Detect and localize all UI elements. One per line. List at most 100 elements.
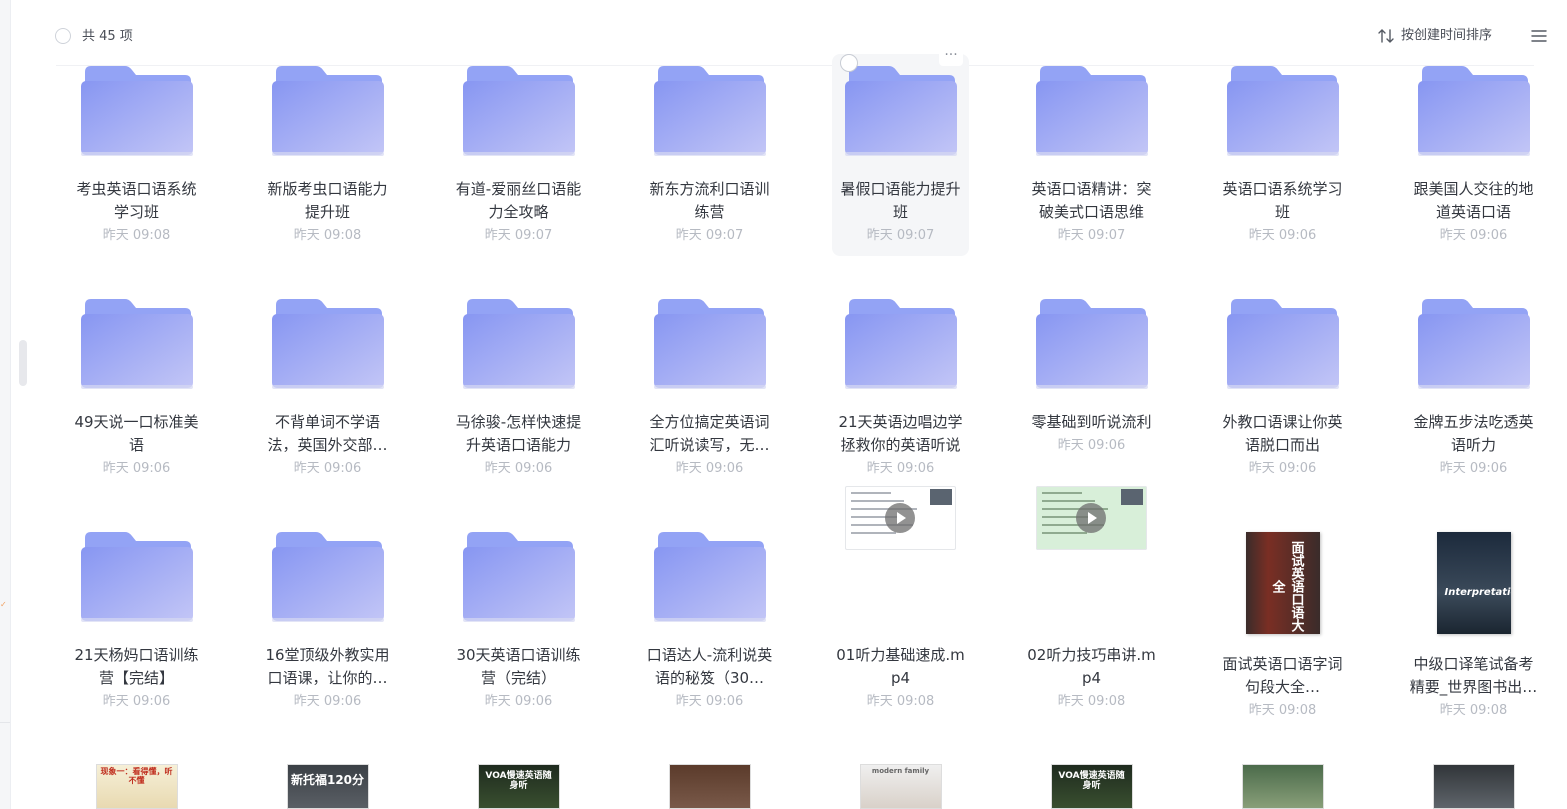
cover-image: modern family [859,764,942,809]
folder-icon [79,297,195,389]
item-name: 21天英语边唱边学拯救你的英语听说 [838,413,963,454]
cover-thumbnail [1214,764,1351,809]
item-time: 昨天 09:06 [484,461,553,476]
item-time: 昨天 09:07 [675,228,744,243]
book-cover: Interpretation [1436,532,1511,634]
file-item[interactable] [1214,764,1351,809]
file-item[interactable]: VOA慢速英语随身听 [1023,764,1160,809]
folder-thumbnail [641,64,778,156]
item-name: 新版考虫口语能力提升班 [267,180,388,221]
folder-item[interactable]: 全方位搞定英语词汇听说读写，无… 昨天 09:06 [641,291,778,481]
item-time: 昨天 09:08 [1439,703,1508,718]
folder-item[interactable]: 马徐骏-怎样快速提升英语口语能力 昨天 09:06 [450,291,587,481]
item-time: 昨天 09:06 [102,694,171,709]
folder-icon [461,530,577,622]
folder-thumbnail [1214,297,1351,389]
file-item[interactable]: 现象一：看得懂，听不懂 [68,764,205,809]
item-name: 49天说一口标准美语 [74,413,199,454]
file-item[interactable]: VOA慢速英语随身听 [450,764,587,809]
book-cover-text: Interpretation [1444,587,1511,598]
item-checkbox[interactable] [840,54,858,72]
item-name: 跟美国人交往的地道英语口语 [1413,180,1534,221]
cover-image: 新托福120分 [286,764,369,809]
file-item[interactable]: 面试英语口语大全 面试英语口语字词句段大全… 昨天 09:08 [1214,524,1351,718]
book-thumbnail: 面试英语口语大全 [1214,532,1351,634]
item-time: 昨天 09:06 [484,694,553,709]
cover-thumbnail: modern family [832,764,969,809]
item-time: 昨天 09:06 [1248,228,1317,243]
folder-thumbnail [68,297,205,389]
item-time: 昨天 09:07 [1057,228,1126,243]
folder-thumbnail [450,64,587,156]
cover-text: VOA慢速英语随身听 [485,771,552,791]
folder-item[interactable]: 新东方流利口语训练营昨天 09:07 [641,58,778,248]
file-item[interactable] [641,764,778,809]
file-item[interactable]: 01听力基础速成.mp4 昨天 09:08 [832,486,969,714]
cover-thumbnail: VOA慢速英语随身听 [450,764,587,809]
folder-item[interactable]: 16堂顶级外教实用口语课，让你的… 昨天 09:06 [259,524,396,714]
folder-item[interactable]: 30天英语口语训练营（完结） 昨天 09:06 [450,524,587,714]
item-name: 30天英语口语训练营（完结） [456,646,581,687]
folder-item[interactable]: 口语达人-流利说英语的秘笈（30… 昨天 09:06 [641,524,778,714]
item-name: 英语口语系统学习班 [1222,180,1343,221]
item-name: 全方位搞定英语词汇听说读写，无… [649,413,770,454]
item-time: 昨天 09:06 [1439,461,1508,476]
folder-item[interactable]: 外教口语课让你英语脱口而出 昨天 09:06 [1214,291,1351,481]
folder-thumbnail [259,530,396,622]
cover-image [668,764,751,809]
item-name: 02听力技巧串讲.mp4 [1027,646,1156,687]
item-name: 零基础到听说流利 [1031,413,1152,431]
folder-item[interactable]: 有道-爱丽丝口语能力全攻略 昨天 09:07 [450,58,587,248]
video-thumbnail [832,486,969,550]
folder-thumbnail [641,297,778,389]
item-name: 01听力基础速成.mp4 [836,646,965,687]
folder-thumbnail [832,64,969,156]
file-item[interactable] [1405,764,1542,809]
file-item[interactable]: Interpretation 中级口译笔试备考精要_世界图书出… 昨天 09:08 [1405,524,1542,718]
folder-item[interactable]: 金牌五步法吃透英语听力 昨天 09:06 [1405,291,1542,481]
item-name: 不背单词不学语法，英国外交部… [267,413,388,454]
folder-icon [270,530,386,622]
cover-image [1241,764,1324,809]
play-icon[interactable] [885,503,915,533]
folder-item[interactable]: 21天英语边唱边学拯救你的英语听说 昨天 09:06 [832,291,969,481]
file-item[interactable]: modern family [832,764,969,809]
folder-item[interactable]: 不背单词不学语法，英国外交部… 昨天 09:06 [259,291,396,481]
cover-thumbnail: 新托福120分 [259,764,396,809]
item-name: 16堂顶级外教实用口语课，让你的… [265,646,390,687]
file-item[interactable]: 02听力技巧串讲.mp4 昨天 09:08 [1023,486,1160,714]
item-time: 昨天 09:06 [1248,461,1317,476]
folder-icon [79,64,195,156]
more-options-icon[interactable]: ··· [939,48,963,66]
folder-item[interactable]: 考虫英语口语系统学习班 昨天 09:08 [68,58,205,248]
item-time: 昨天 09:06 [675,461,744,476]
folder-thumbnail [1405,297,1542,389]
folder-thumbnail [259,64,396,156]
folder-item[interactable]: 零基础到听说流利 昨天 09:06 [1023,291,1160,481]
folder-thumbnail [1214,64,1351,156]
folder-icon [652,64,768,156]
cover-thumbnail: 现象一：看得懂，听不懂 [68,764,205,809]
folder-item[interactable]: 新版考虫口语能力提升班 昨天 09:08 [259,58,396,248]
item-time: 昨天 09:08 [866,694,935,709]
folder-icon [1225,297,1341,389]
folder-item[interactable]: 英语口语精讲：突破美式口语思维 昨天 09:07 [1023,58,1160,248]
folder-item[interactable]: 跟美国人交往的地道英语口语 昨天 09:06 [1405,58,1542,248]
item-name: 新东方流利口语训练营 [649,180,770,221]
folder-thumbnail [1023,297,1160,389]
folder-item[interactable]: 21天杨妈口语训练营【完结】 昨天 09:06 [68,524,205,714]
item-name: 中级口译笔试备考精要_世界图书出… [1409,655,1538,696]
folder-icon [270,297,386,389]
folder-icon [652,530,768,622]
folder-item[interactable]: 英语口语系统学习班昨天 09:06 [1214,58,1351,248]
file-item[interactable]: 新托福120分 [259,764,396,809]
folder-icon [843,297,959,389]
folder-item[interactable]: ··· 暑假口语能力提升班 昨天 09:07 [832,48,969,256]
book-cover-text: 面试英语口语大全 [1269,540,1304,632]
item-time: 昨天 09:07 [484,228,553,243]
folder-item[interactable]: 49天说一口标准美语 昨天 09:06 [68,291,205,481]
text-line [851,492,891,494]
play-icon[interactable] [1076,503,1106,533]
folder-thumbnail [68,64,205,156]
item-name: 考虫英语口语系统学习班 [76,180,197,221]
